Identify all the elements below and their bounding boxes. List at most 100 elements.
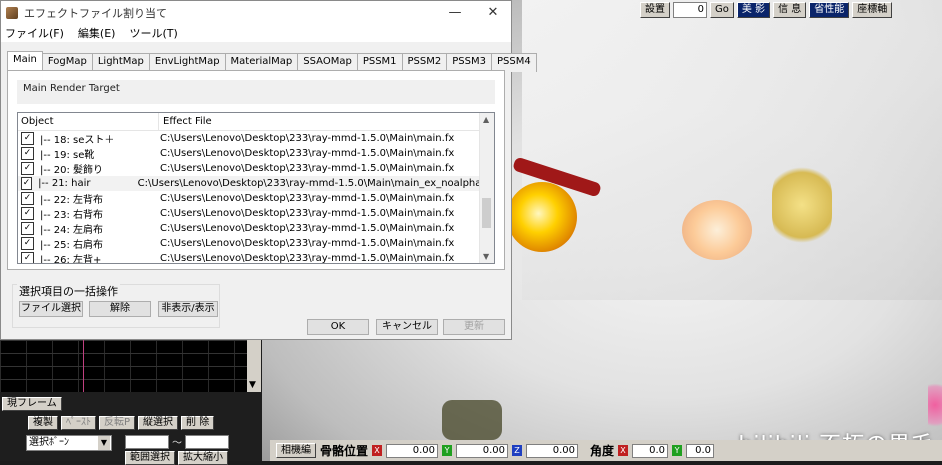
top-toolbar: 設置 0 Go 美 影 信 息 省性能 座標軸 <box>640 2 893 18</box>
vertical-select-button[interactable]: 縦選択 <box>138 416 179 430</box>
scroll-down-icon[interactable]: ▼ <box>483 252 489 261</box>
current-frame-button[interactable]: 現フレーム <box>2 397 62 411</box>
object-name: |-- 18: seスト＋ <box>40 135 115 146</box>
frame-panel: ▼ 現フレーム 複製 ﾍﾟｰｽﾄ 反転P 縦選択 削 除 選択ﾎﾞｰﾝ ▼ ～ … <box>0 340 262 465</box>
checkbox[interactable]: ✓ <box>21 222 34 235</box>
checkbox[interactable]: ✓ <box>21 192 34 205</box>
object-effect-list[interactable]: Object Effect File ✓ |-- 18: seスト＋ C:\Us… <box>17 112 495 264</box>
list-item[interactable]: ✓ |-- 19: se靴 C:\Users\Lenovo\Desktop\23… <box>18 146 494 161</box>
timeline[interactable] <box>0 340 247 392</box>
scroll-thumb[interactable] <box>482 198 491 228</box>
range-end-field[interactable] <box>185 434 229 449</box>
checkbox[interactable]: ✓ <box>21 132 34 145</box>
axis-toggle[interactable]: 座標軸 <box>852 2 893 18</box>
pink-ornament-render <box>928 375 942 435</box>
scroll-up-icon[interactable]: ▲ <box>483 115 489 124</box>
angle-x-field[interactable]: 0.0 <box>632 443 669 458</box>
set-button[interactable]: 設置 <box>640 2 670 18</box>
cancel-button[interactable]: キャンセル <box>376 319 438 335</box>
effect-path: C:\Users\Lenovo\Desktop\233\ray-mmd-1.5.… <box>160 163 455 174</box>
copy-button[interactable]: 複製 <box>28 416 58 430</box>
hide-show-button[interactable]: 非表示/表示 <box>158 301 218 317</box>
z-axis-icon: Z <box>512 445 523 456</box>
checkbox[interactable]: ✓ <box>21 207 34 220</box>
list-scrollbar[interactable]: ▲ ▼ <box>479 113 494 263</box>
list-item[interactable]: ✓ |-- 20: 髪飾り C:\Users\Lenovo\Desktop\23… <box>18 161 494 176</box>
effect-path: C:\Users\Lenovo\Desktop\233\ray-mmd-1.5.… <box>160 253 455 264</box>
list-rows: ✓ |-- 18: seスト＋ C:\Users\Lenovo\Desktop\… <box>18 131 494 264</box>
scroll-down-icon[interactable]: ▼ <box>249 380 256 390</box>
bone-select-value: 選択ﾎﾞｰﾝ <box>29 437 69 448</box>
effect-path: C:\Users\Lenovo\Desktop\233\ray-mmd-1.5.… <box>160 238 455 249</box>
frame-input[interactable]: 0 <box>673 2 707 18</box>
render-target-header: Main Render Target <box>17 80 495 104</box>
close-icon[interactable]: ✕ <box>475 1 511 25</box>
checkbox[interactable]: ✓ <box>21 177 33 190</box>
position-x-field[interactable]: 0.00 <box>386 443 439 458</box>
list-item-selected[interactable]: ✓ |-- 21: hair C:\Users\Lenovo\Desktop\2… <box>18 176 494 191</box>
ok-button[interactable]: OK <box>307 319 369 335</box>
list-item[interactable]: ✓ |-- 25: 右肩布 C:\Users\Lenovo\Desktop\23… <box>18 236 494 251</box>
list-item[interactable]: ✓ |-- 18: seスト＋ C:\Users\Lenovo\Desktop\… <box>18 131 494 146</box>
effect-path: C:\Users\Lenovo\Desktop\233\ray-mmd-1.5.… <box>160 148 455 159</box>
info-toggle[interactable]: 信 息 <box>773 2 807 18</box>
scale-button[interactable]: 拡大縮小 <box>178 451 228 465</box>
left-eye-render <box>507 182 577 252</box>
menu-tools[interactable]: ツール(T) <box>129 25 177 42</box>
release-button[interactable]: 解除 <box>89 301 151 317</box>
bone-select-dropdown[interactable]: 選択ﾎﾞｰﾝ ▼ <box>26 435 112 451</box>
object-name: |-- 23: 右背布 <box>40 210 104 221</box>
chevron-down-icon[interactable]: ▼ <box>98 436 110 450</box>
update-button[interactable]: 更新 <box>443 319 505 335</box>
checkbox[interactable]: ✓ <box>21 162 34 175</box>
collar-render <box>442 400 502 440</box>
object-name: |-- 24: 左肩布 <box>40 225 104 236</box>
delete-button[interactable]: 削 除 <box>181 416 215 430</box>
x-axis-icon: X <box>372 445 383 456</box>
position-z-field[interactable]: 0.00 <box>526 443 579 458</box>
checkbox[interactable]: ✓ <box>21 147 34 160</box>
object-name: |-- 22: 左背布 <box>40 195 104 206</box>
position-y-field[interactable]: 0.00 <box>456 443 509 458</box>
app-icon <box>6 7 18 19</box>
angle-y-field[interactable]: 0.0 <box>686 443 715 458</box>
menu-edit[interactable]: 編集(E) <box>78 25 116 42</box>
list-item[interactable]: ✓ |-- 24: 左肩布 C:\Users\Lenovo\Desktop\23… <box>18 221 494 236</box>
hair-ornament-render <box>772 160 832 250</box>
list-item[interactable]: ✓ |-- 26: 左背+ C:\Users\Lenovo\Desktop\23… <box>18 251 494 264</box>
frame-marker <box>83 340 84 392</box>
dialog-title: エフェクトファイル割り当て <box>24 7 167 20</box>
range-tilde: ～ <box>172 438 182 449</box>
bone-position-label: 骨骼位置 <box>320 444 369 458</box>
effect-path: C:\Users\Lenovo\Desktop\233\ray-mmd-1.5.… <box>137 178 494 189</box>
list-item[interactable]: ✓ |-- 22: 左背布 C:\Users\Lenovo\Desktop\23… <box>18 191 494 206</box>
minimize-icon[interactable]: — <box>437 1 473 25</box>
list-item[interactable]: ✓ |-- 23: 右背布 C:\Users\Lenovo\Desktop\23… <box>18 206 494 221</box>
range-start-field[interactable] <box>125 434 169 449</box>
bone-position-bar: 相機編 骨骼位置 X 0.00 Y 0.00 Z 0.00 角度 X 0.0 Y… <box>270 440 942 461</box>
batch-operations-label: 選択項目の一括操作 <box>17 283 120 299</box>
effect-path: C:\Users\Lenovo\Desktop\233\ray-mmd-1.5.… <box>160 133 455 144</box>
checkbox[interactable]: ✓ <box>21 252 34 263</box>
effect-path: C:\Users\Lenovo\Desktop\233\ray-mmd-1.5.… <box>160 193 455 204</box>
object-name: |-- 26: 左背+ <box>40 255 102 264</box>
column-object[interactable]: Object <box>18 113 159 130</box>
effect-assignment-dialog: エフェクトファイル割り当て — ✕ ファイル(F) 編集(E) ツール(T) M… <box>0 0 537 340</box>
timeline-scrollbar[interactable]: ▼ <box>247 340 261 392</box>
tab-panel-main: Main Render Target Object Effect File ✓ … <box>7 70 505 270</box>
dialog-titlebar[interactable]: エフェクトファイル割り当て — ✕ <box>1 1 511 25</box>
file-select-button[interactable]: ファイル選択 <box>19 301 83 317</box>
object-name: |-- 21: hair <box>38 178 91 189</box>
menu-file[interactable]: ファイル(F) <box>5 25 64 42</box>
go-button[interactable]: Go <box>710 2 734 18</box>
y-axis-icon: Y <box>442 445 453 456</box>
range-select-button[interactable]: 範囲選択 <box>125 451 175 465</box>
reverse-paste-button[interactable]: 反転P <box>99 416 136 430</box>
tab-main[interactable]: Main <box>7 51 43 70</box>
paste-button[interactable]: ﾍﾟｰｽﾄ <box>61 416 96 430</box>
camera-edit-button[interactable]: 相機編 <box>276 443 316 458</box>
shadow-toggle[interactable]: 美 影 <box>736 2 771 18</box>
performance-toggle[interactable]: 省性能 <box>809 2 850 18</box>
column-effect-file[interactable]: Effect File <box>159 113 212 130</box>
checkbox[interactable]: ✓ <box>21 237 34 250</box>
